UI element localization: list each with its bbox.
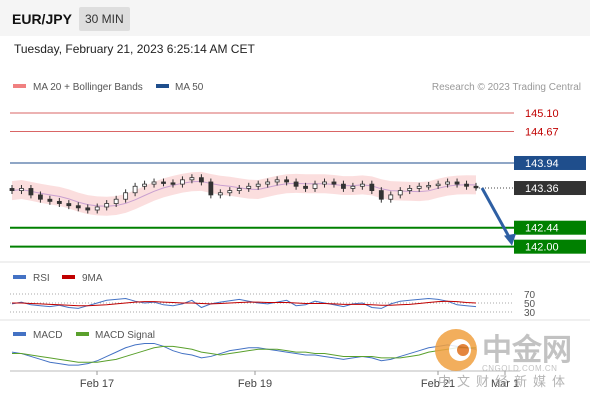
candle-body [75, 205, 81, 209]
candle-body [246, 185, 252, 189]
watermark-tagline: 中文财经新媒体 [438, 374, 571, 389]
x-tick-label: Feb 19 [238, 378, 272, 390]
candle-body [19, 188, 24, 191]
candle-body [113, 198, 119, 204]
macd-signal-legend-label: MACD Signal [95, 330, 155, 341]
candle-body [255, 183, 261, 187]
candle-body [303, 185, 308, 189]
ma50-legend-swatch [156, 84, 169, 88]
candle-body [284, 179, 290, 183]
level-label: 142.44 [525, 223, 559, 235]
candle-body [312, 183, 318, 189]
watermark: 中金网 CNGOLD.COM.CN 中文财经新媒体 [435, 329, 572, 389]
candle-body [38, 194, 43, 200]
candle-body [445, 181, 450, 185]
candle-body [189, 177, 195, 181]
candle-body [378, 190, 384, 200]
level-label: 144.67 [525, 126, 559, 138]
candle-body [227, 190, 233, 194]
bollinger-band-area [12, 171, 476, 216]
candle-body [94, 206, 100, 211]
candle-body [341, 183, 346, 189]
candle-body [454, 181, 460, 185]
candle-body [293, 181, 299, 187]
candle-body [416, 185, 422, 189]
rsi-panel: 705030 [10, 290, 536, 319]
candle-body [47, 198, 53, 202]
candle-body [322, 181, 327, 185]
candle-body [161, 181, 166, 184]
rsi-tick-label: 30 [524, 308, 536, 319]
chart-screen: EUR/JPY 30 MIN Tuesday, February 21, 202… [0, 0, 590, 400]
candle-body [142, 183, 147, 187]
credit-text: Research © 2023 Trading Central [432, 82, 581, 93]
candle-body [104, 203, 110, 208]
candle-body [198, 177, 204, 183]
candle-body [359, 183, 365, 187]
candle-body [9, 188, 15, 191]
candle-body [56, 200, 62, 204]
ma20-legend-label: MA 20 + Bollinger Bands [33, 82, 143, 93]
ma9-legend-swatch [62, 275, 75, 279]
candle-body [331, 181, 337, 185]
level-label: 143.94 [525, 158, 559, 170]
macd-legend-label: MACD [33, 330, 62, 341]
candle-body [369, 183, 375, 191]
ma50-legend-label: MA 50 [175, 82, 204, 93]
macd-signal-legend-swatch [76, 332, 89, 336]
macd-panel [11, 342, 477, 366]
candle-body [85, 207, 91, 211]
candle-body [397, 190, 403, 196]
watermark-domain: CNGOLD.COM.CN [482, 364, 557, 373]
candle-body [170, 182, 176, 185]
candle-body [274, 179, 280, 183]
candle-body [435, 183, 441, 187]
projection-arrow [480, 187, 512, 240]
candle-body [151, 181, 157, 185]
candle-body [350, 185, 356, 189]
rsi-legend-label: RSI [33, 273, 50, 284]
watermark-logo-icon [457, 344, 469, 356]
candle-body [123, 192, 129, 200]
candle-body [265, 181, 271, 185]
watermark-brand: 中金网 [482, 333, 572, 367]
candle-body [464, 183, 469, 187]
candle-body [407, 188, 413, 191]
bollinger-bands [11, 171, 477, 216]
ma9-legend-label: 9MA [82, 273, 103, 284]
candle-body [66, 203, 72, 207]
rsi-legend-swatch [13, 275, 26, 279]
candle-body [236, 188, 242, 191]
x-tick-label: Feb 17 [80, 378, 114, 390]
candle-body [473, 185, 479, 189]
macd-legend-swatch [13, 332, 26, 336]
candle-body [180, 179, 185, 185]
ma20-legend-swatch [13, 84, 26, 88]
level-label: 143.36 [525, 183, 559, 195]
candle-body [132, 185, 138, 194]
chart-canvas: MA 20 + Bollinger Bands MA 50 Research ©… [0, 82, 590, 390]
projection [480, 187, 516, 246]
candle-body [388, 194, 394, 200]
candle-body [426, 185, 432, 188]
candle-body [217, 192, 223, 196]
candle-body [208, 181, 214, 196]
level-label: 145.10 [525, 108, 559, 120]
candle-body [28, 188, 34, 196]
level-label: 142.00 [525, 242, 559, 254]
